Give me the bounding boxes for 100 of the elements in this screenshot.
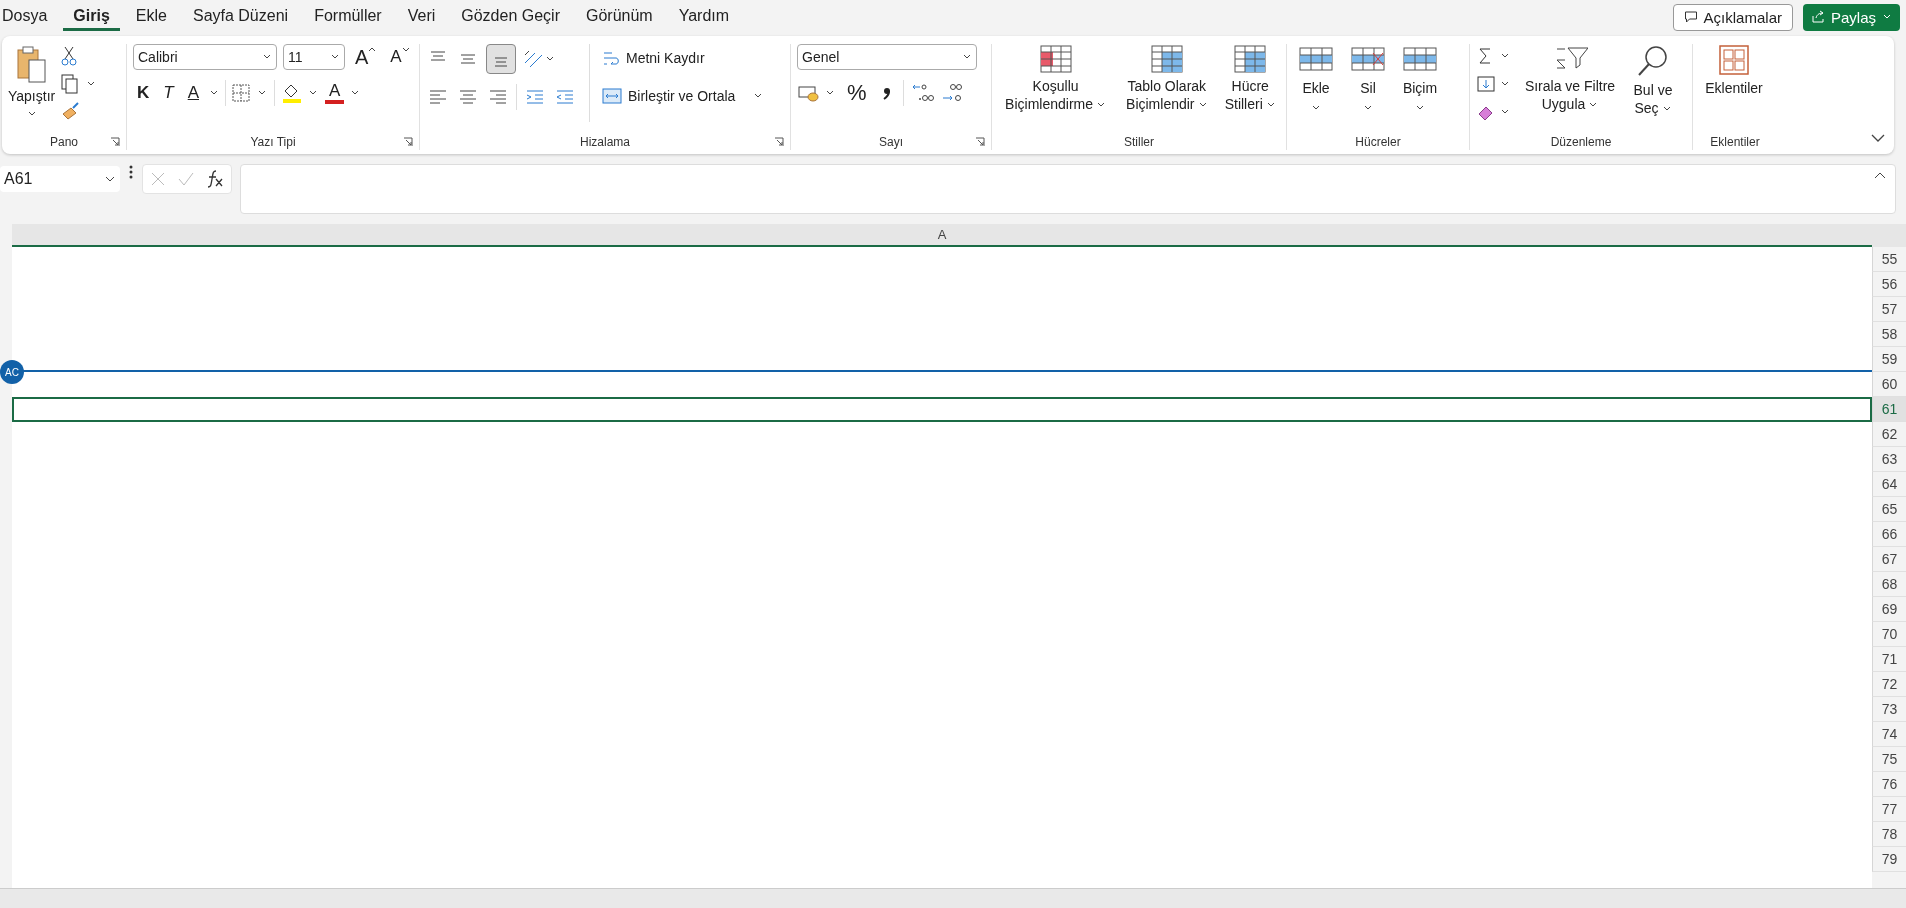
font-size-dropdown[interactable]: 11 <box>283 44 345 70</box>
fill-color-icon[interactable] <box>281 82 319 104</box>
row-header[interactable]: 75 <box>1872 747 1906 772</box>
row-header[interactable]: 76 <box>1872 772 1906 797</box>
dialog-launcher-icon[interactable] <box>110 137 120 147</box>
ribbon-tab[interactable]: Sayfa Düzeni <box>182 3 299 31</box>
cells-button[interactable]: Biçim <box>1397 44 1443 112</box>
row-header[interactable]: 62 <box>1872 422 1906 447</box>
chevron-down-icon <box>1588 100 1599 109</box>
cell-rows-icon <box>1401 44 1439 74</box>
font-color-button[interactable]: A <box>325 82 345 104</box>
ribbon-tab[interactable]: Formüller <box>304 3 392 31</box>
chevron-up-icon[interactable] <box>1873 171 1887 181</box>
row-header[interactable]: 56 <box>1872 272 1906 297</box>
chevron-down-icon[interactable] <box>1870 132 1886 144</box>
row-header[interactable]: 67 <box>1872 547 1906 572</box>
caret-down-icon <box>401 47 410 53</box>
row-header[interactable]: 61 <box>1872 397 1906 422</box>
comment-icon <box>1683 10 1698 24</box>
find-select-button[interactable]: Bul ve Seç <box>1628 44 1678 117</box>
chevron-down-icon <box>1197 100 1208 109</box>
underline-button[interactable]: A <box>183 83 203 103</box>
row-header[interactable]: 68 <box>1872 572 1906 597</box>
insert-function-icon[interactable] <box>205 169 225 189</box>
increase-font-size-button[interactable]: A <box>351 45 381 69</box>
group-label: Pano <box>50 135 78 149</box>
number-format-dropdown[interactable]: Genel <box>797 44 977 70</box>
align-bottom-icon[interactable] <box>486 44 516 74</box>
table-grid-icon <box>1149 44 1184 74</box>
chevron-down-icon[interactable] <box>350 89 361 97</box>
comments-button[interactable]: Açıklamalar <box>1672 3 1793 31</box>
italic-button[interactable]: T <box>159 83 178 103</box>
ribbon-tab[interactable]: Giriş <box>63 3 120 31</box>
formula-input-field[interactable] <box>240 164 1896 214</box>
styles-button[interactable]: Hücre Stilleri <box>1220 44 1280 113</box>
chevron-down-icon <box>330 53 340 61</box>
add-ins-icon <box>1718 44 1750 76</box>
cells-button[interactable]: Ekle <box>1293 44 1339 112</box>
styles-button[interactable]: Tablo Olarak Biçimlendir <box>1119 44 1215 113</box>
ribbon-tab[interactable]: Veri <box>397 3 446 31</box>
row-header[interactable]: 59 <box>1872 347 1906 372</box>
wrap-text-button[interactable]: Metni Kaydır <box>602 44 764 72</box>
cells-button[interactable]: Sil <box>1345 44 1391 112</box>
row-header[interactable]: 57 <box>1872 297 1906 322</box>
decrease-font-size-button[interactable]: A <box>386 47 414 67</box>
row-header[interactable]: 55 <box>1872 247 1906 272</box>
row-header[interactable]: 65 <box>1872 497 1906 522</box>
enter-check-icon[interactable] <box>177 170 195 188</box>
ribbon-tab[interactable]: Görünüm <box>576 3 663 31</box>
row-header[interactable]: 69 <box>1872 597 1906 622</box>
column-header[interactable]: A <box>12 224 1872 247</box>
chevron-down-icon <box>1096 100 1107 109</box>
bold-button[interactable]: K <box>133 83 154 103</box>
chevron-down-icon <box>753 92 764 100</box>
search-icon <box>1636 44 1670 78</box>
row-header[interactable]: 64 <box>1872 472 1906 497</box>
caret-up-icon <box>368 45 377 52</box>
font-name-dropdown[interactable]: Calibri <box>133 44 277 70</box>
percent-style-button[interactable]: % <box>843 80 871 106</box>
row-header[interactable]: 77 <box>1872 797 1906 822</box>
group-label: Hücreler <box>1355 135 1401 149</box>
add-ins-button[interactable]: Eklentiler <box>1699 44 1769 98</box>
row-header[interactable]: 78 <box>1872 822 1906 847</box>
row-header[interactable]: 70 <box>1872 622 1906 647</box>
ribbon-tab[interactable]: Gözden Geçir <box>451 3 570 31</box>
group-label: Eklentiler <box>1710 135 1760 149</box>
group-label: Hizalama <box>580 135 630 149</box>
chevron-down-icon <box>104 175 116 183</box>
row-header[interactable]: 66 <box>1872 522 1906 547</box>
cell-rows-icon <box>1349 44 1387 74</box>
row-header[interactable]: 79 <box>1872 847 1906 872</box>
more-options-icon[interactable] <box>128 164 134 180</box>
user-avatar[interactable]: AC <box>0 360 24 384</box>
row-header[interactable]: 63 <box>1872 447 1906 472</box>
scissors-icon[interactable] <box>61 46 78 66</box>
row-header[interactable]: 74 <box>1872 722 1906 747</box>
ribbon-tab[interactable]: Ekle <box>125 3 177 31</box>
paste-button[interactable]: Yapıştır <box>8 44 56 118</box>
group-label: Stiller <box>1124 135 1154 149</box>
merge-center-button[interactable]: Birleştir ve Ortala <box>602 82 764 110</box>
ribbon-tab[interactable]: Dosya <box>0 3 58 31</box>
ribbon-tab[interactable]: Yardım <box>668 3 740 31</box>
share-button[interactable]: Paylaş <box>1802 3 1900 31</box>
format-painter-icon[interactable] <box>61 102 82 122</box>
chevron-down-icon[interactable] <box>209 89 219 97</box>
dialog-launcher-icon[interactable] <box>403 137 413 147</box>
group-label: Sayı <box>879 135 903 149</box>
dialog-launcher-icon[interactable] <box>774 137 784 147</box>
styles-button[interactable]: Koşullu Biçimlendirme <box>998 44 1114 113</box>
dialog-launcher-icon[interactable] <box>975 137 985 147</box>
row-header[interactable]: 71 <box>1872 647 1906 672</box>
sort-filter-button[interactable]: Sırala ve Filtre Uygula <box>1518 44 1622 113</box>
name-box[interactable]: A61 <box>0 166 120 192</box>
group-label: Düzenleme <box>1550 135 1612 149</box>
selected-cell[interactable] <box>12 397 1872 422</box>
row-header[interactable]: 58 <box>1872 322 1906 347</box>
clipboard-icon <box>15 44 48 84</box>
row-header[interactable]: 72 <box>1872 672 1906 697</box>
wrap-text-icon <box>602 49 620 67</box>
row-header[interactable]: 73 <box>1872 697 1906 722</box>
